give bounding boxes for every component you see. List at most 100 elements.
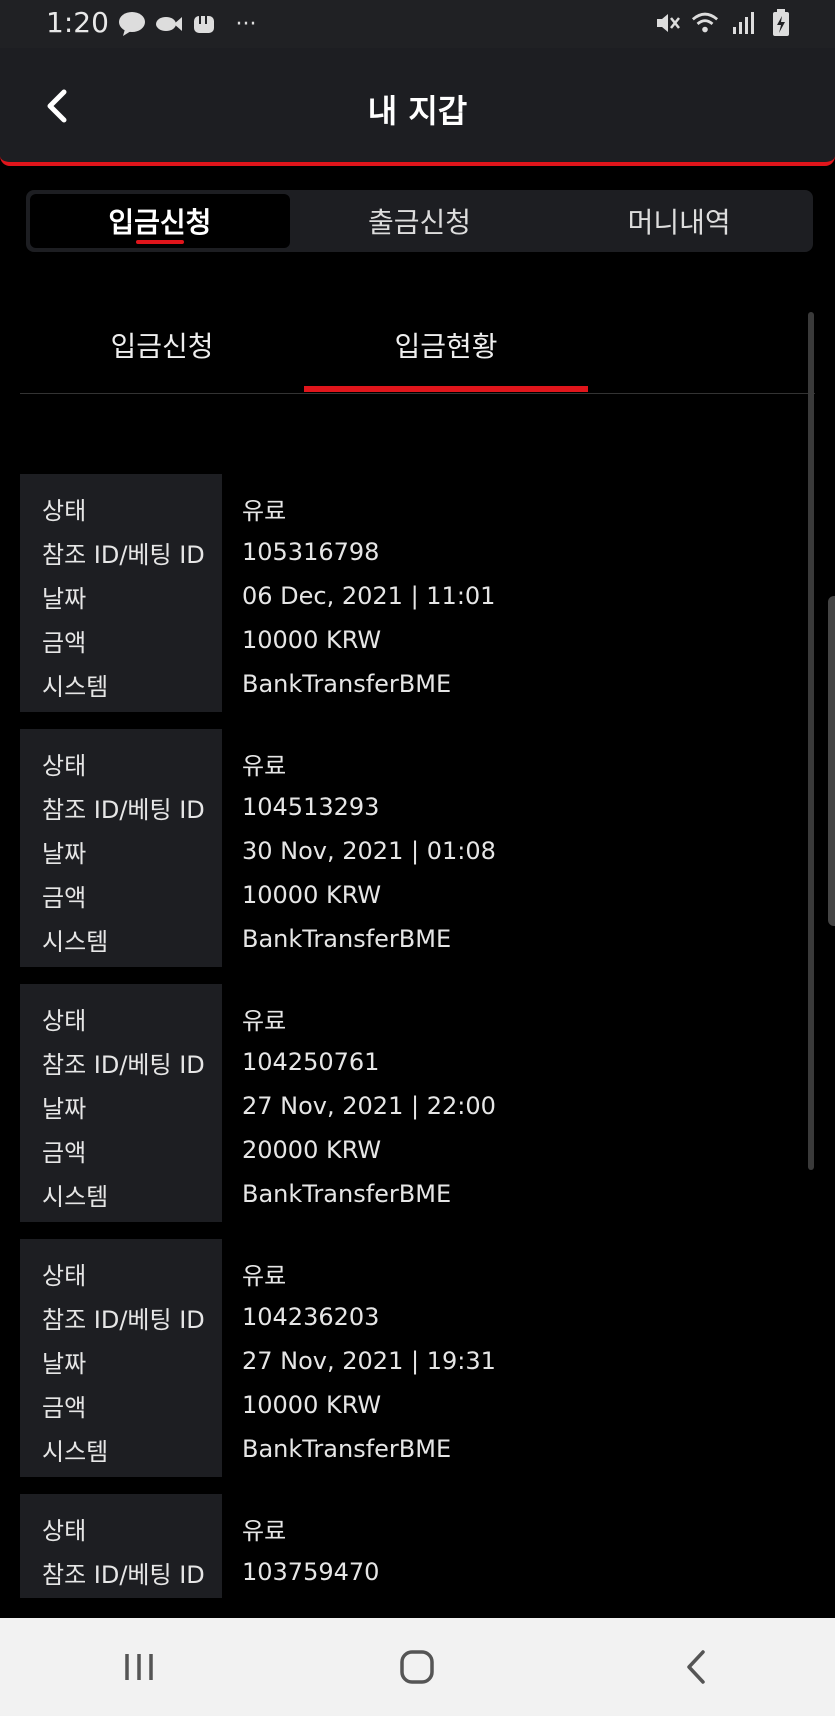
ref-id-value: 105316798 (242, 538, 380, 566)
status-label: 상태 (42, 496, 87, 525)
amount-value: 10000 KRW (242, 881, 382, 909)
date-label: 날짜 (42, 584, 87, 613)
active-tab-indicator (135, 240, 184, 244)
record-row-ref-id: 참조 ID/베팅 ID 104513293 (20, 785, 800, 829)
fist-icon (190, 10, 218, 38)
record-row-amount: 금액 10000 KRW (20, 873, 800, 917)
record-row-system: 시스템 BankTransferBME (20, 1172, 800, 1216)
home-icon (400, 1650, 435, 1684)
record-row-ref-id: 참조 ID/베팅 ID 104250761 (20, 1040, 800, 1084)
record-row-date: 날짜 06 Dec, 2021 | 11:01 (20, 574, 800, 618)
deposit-subtabs: 입금신청 입금현황 (20, 300, 815, 394)
system-label: 시스템 (42, 1182, 109, 1211)
record-row-date: 날짜 27 Nov, 2021 | 22:00 (20, 1084, 800, 1128)
record-row-status: 상태 유료 (20, 486, 800, 530)
edge-panel-handle[interactable] (828, 596, 835, 926)
page-title: 내 지갑 (367, 92, 468, 130)
scrollbar[interactable] (808, 312, 814, 1170)
date-label: 날짜 (42, 1349, 87, 1378)
amount-label: 금액 (42, 1393, 87, 1422)
amount-label: 금액 (42, 628, 87, 657)
record-row-amount: 금액 10000 KRW (20, 618, 800, 662)
subtab-label: 입금신청 (110, 330, 214, 363)
status-time: 1:20 (46, 6, 109, 39)
subtab-label: 입금현황 (394, 330, 498, 363)
active-subtab-indicator (304, 386, 588, 392)
ref-id-label: 참조 ID/베팅 ID (42, 540, 205, 569)
tab-withdraw-request[interactable]: 출금신청 (290, 194, 550, 248)
record-row-amount: 금액 10000 KRW (20, 1383, 800, 1427)
wallet-tabs: 입금신청 출금신청 머니내역 (26, 190, 813, 252)
battery-icon (767, 9, 795, 37)
record-row-status: 상태 유료 (20, 996, 800, 1040)
signal-icon (729, 9, 757, 37)
status-label: 상태 (42, 1516, 87, 1545)
deposit-records: 상태 유료 참조 ID/베팅 ID 105316798 날짜 06 Dec, 2… (20, 474, 800, 1615)
recents-icon (125, 1654, 153, 1680)
record-row-date: 날짜 27 Nov, 2021 | 19:31 (20, 1339, 800, 1383)
back-icon (687, 1650, 705, 1684)
amount-value: 10000 KRW (242, 1391, 382, 1419)
status-bar: 1:20 ··· (0, 0, 835, 48)
record-row-ref-id: 참조 ID/베팅 ID 105316798 (20, 530, 800, 574)
date-label: 날짜 (42, 839, 87, 868)
system-label: 시스템 (42, 672, 109, 701)
ref-id-value: 104513293 (242, 793, 380, 821)
record-row-status: 상태 유료 (20, 1506, 800, 1550)
record-row-date: 날짜 30 Nov, 2021 | 01:08 (20, 829, 800, 873)
system-value: BankTransferBME (242, 925, 452, 953)
home-button[interactable] (367, 1632, 467, 1702)
record-row-system: 시스템 BankTransferBME (20, 917, 800, 961)
status-value: 유료 (242, 751, 287, 780)
status-label: 상태 (42, 1261, 87, 1290)
system-label: 시스템 (42, 1437, 109, 1466)
deposit-record: 상태 유료 참조 ID/베팅 ID 104236203 날짜 27 Nov, 2… (20, 1239, 800, 1477)
tab-deposit-request[interactable]: 입금신청 (30, 194, 290, 248)
deposit-record: 상태 유료 참조 ID/베팅 ID 103759470 (20, 1494, 800, 1598)
record-row-ref-id: 참조 ID/베팅 ID 104236203 (20, 1295, 800, 1339)
status-label: 상태 (42, 751, 87, 780)
date-value: 06 Dec, 2021 | 11:01 (242, 582, 496, 610)
date-label: 날짜 (42, 1094, 87, 1123)
wifi-icon (691, 9, 719, 37)
amount-value: 10000 KRW (242, 626, 382, 654)
system-value: BankTransferBME (242, 670, 452, 698)
deposit-record: 상태 유료 참조 ID/베팅 ID 104513293 날짜 30 Nov, 2… (20, 729, 800, 967)
system-value: BankTransferBME (242, 1435, 452, 1463)
subtab-deposit-status[interactable]: 입금현황 (304, 300, 588, 392)
system-back-button[interactable] (646, 1632, 746, 1702)
fish-icon (154, 10, 182, 38)
ref-id-value: 103759470 (242, 1558, 380, 1586)
system-label: 시스템 (42, 927, 109, 956)
amount-label: 금액 (42, 883, 87, 912)
amount-value: 20000 KRW (242, 1136, 382, 1164)
record-row-status: 상태 유료 (20, 741, 800, 785)
status-label: 상태 (42, 1006, 87, 1035)
status-value: 유료 (242, 1516, 287, 1545)
recents-button[interactable] (89, 1632, 189, 1702)
system-icons (653, 9, 795, 37)
system-nav-bar (0, 1618, 835, 1716)
talk-icon (118, 10, 146, 38)
amount-label: 금액 (42, 1138, 87, 1167)
ref-id-label: 참조 ID/베팅 ID (42, 1050, 205, 1079)
tab-label: 머니내역 (627, 206, 731, 239)
status-value: 유료 (242, 496, 287, 525)
tab-money-history[interactable]: 머니내역 (549, 194, 809, 248)
ref-id-label: 참조 ID/베팅 ID (42, 1560, 205, 1589)
date-value: 27 Nov, 2021 | 19:31 (242, 1347, 496, 1375)
record-row-ref-id: 참조 ID/베팅 ID 103759470 (20, 1550, 800, 1594)
status-value: 유료 (242, 1006, 287, 1035)
more-icon: ··· (235, 11, 257, 37)
date-value: 30 Nov, 2021 | 01:08 (242, 837, 496, 865)
record-row-status: 상태 유료 (20, 1251, 800, 1295)
subtab-deposit-request[interactable]: 입금신청 (20, 300, 304, 390)
tab-label: 출금신청 (367, 206, 472, 239)
ref-id-label: 참조 ID/베팅 ID (42, 1305, 205, 1334)
ref-id-value: 104236203 (242, 1303, 380, 1331)
date-value: 27 Nov, 2021 | 22:00 (242, 1092, 496, 1120)
record-row-system: 시스템 BankTransferBME (20, 1427, 800, 1471)
system-value: BankTransferBME (242, 1180, 452, 1208)
mute-icon (653, 9, 681, 37)
record-row-system: 시스템 BankTransferBME (20, 662, 800, 706)
